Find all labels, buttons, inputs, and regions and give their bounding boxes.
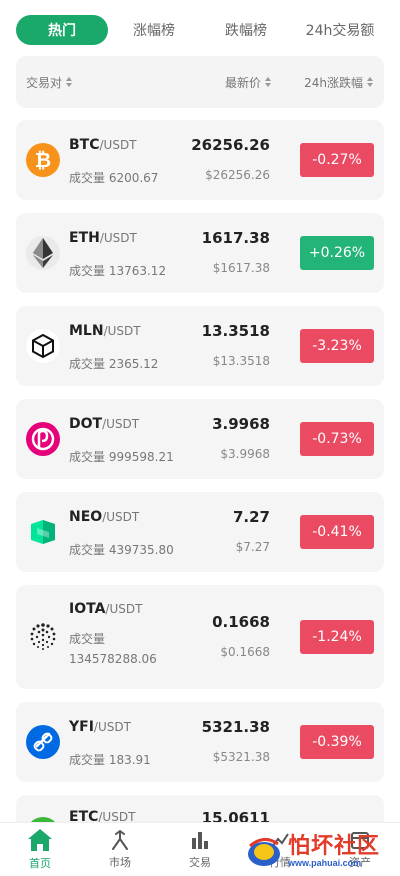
- market-tabs: 热门 涨幅榜 跌幅榜 24h交易额: [16, 14, 388, 46]
- sort-icon: [366, 76, 374, 88]
- tab-hot[interactable]: 热门: [16, 15, 108, 45]
- pair-name: DOT/USDT: [69, 416, 140, 432]
- change-badge: -3.23%: [300, 329, 374, 363]
- pair-name: YFI/USDT: [69, 719, 131, 735]
- pair-name: IOTA/USDT: [69, 601, 143, 617]
- dot-icon: [26, 422, 60, 456]
- nav-label: 市场: [109, 856, 131, 869]
- price-usd: $1617.38: [212, 261, 270, 275]
- nav-market[interactable]: 市场: [80, 823, 160, 876]
- price-usd: $7.27: [235, 540, 270, 554]
- price-usd: $0.1668: [220, 645, 270, 659]
- tab-gainers[interactable]: 涨幅榜: [108, 15, 200, 45]
- sort-by-price[interactable]: 最新价: [225, 74, 272, 91]
- watermark-url: www.pahuai.com: [288, 858, 362, 868]
- market-row-iota[interactable]: IOTA/USDT 成交量 134578288.06 0.1668 $0.166…: [16, 585, 384, 689]
- watermark-logo-icon: [248, 838, 280, 866]
- watermark: 怕坏社区 www.pahuai.com: [244, 830, 394, 874]
- volume: 成交量 6200.67: [69, 171, 159, 185]
- change-badge: -0.41%: [300, 515, 374, 549]
- volume: 成交量 2365.12: [69, 357, 159, 371]
- iota-icon: [26, 620, 60, 654]
- yfi-icon: [26, 725, 60, 759]
- last-price: 26256.26: [191, 136, 270, 154]
- btc-icon: ₿: [26, 143, 60, 177]
- change-badge: -0.27%: [300, 143, 374, 177]
- watermark-text: 怕坏社区: [288, 834, 381, 859]
- volume: 成交量 999598.21: [69, 450, 174, 464]
- last-price: 13.3518: [201, 322, 270, 340]
- svg-text:₿: ₿: [35, 148, 51, 172]
- header-change-label: 24h涨跌幅: [304, 75, 363, 90]
- trade-icon: [192, 832, 208, 849]
- pair-name: ETH/USDT: [69, 230, 137, 246]
- market-row-eth[interactable]: ETH/USDT 成交量 13763.12 1617.38 $1617.38 +…: [16, 213, 384, 293]
- last-price: 0.1668: [212, 613, 270, 631]
- eth-icon: [26, 236, 60, 270]
- tab-24h-volume[interactable]: 24h交易额: [292, 15, 388, 45]
- price-usd: $3.9968: [220, 447, 270, 461]
- neo-icon: [26, 515, 60, 549]
- change-badge: -1.24%: [300, 620, 374, 654]
- price-usd: $26256.26: [205, 168, 270, 182]
- market-row-mln[interactable]: MLN/USDT 成交量 2365.12 13.3518 $13.3518 -3…: [16, 306, 384, 386]
- nav-label: 交易: [189, 856, 211, 869]
- change-badge: -0.39%: [300, 725, 374, 759]
- home-icon: [28, 829, 52, 851]
- list-header: 交易对 最新价 24h涨跌幅: [16, 56, 384, 108]
- pair-name: BTC/USDT: [69, 137, 137, 153]
- pair-name: MLN/USDT: [69, 323, 141, 339]
- header-price-label: 最新价: [224, 75, 261, 90]
- market-row-neo[interactable]: NEO/USDT 成交量 439735.80 7.27 $7.27 -0.41%: [16, 492, 384, 572]
- sort-icon: [65, 76, 73, 88]
- market-row-btc[interactable]: ₿ BTC/USDT 成交量 6200.67 26256.26 $26256.2…: [16, 120, 384, 200]
- volume: 成交量 13763.12: [69, 264, 167, 278]
- market-list: ₿ BTC/USDT 成交量 6200.67 26256.26 $26256.2…: [16, 120, 384, 876]
- tab-losers[interactable]: 跌幅榜: [200, 15, 292, 45]
- header-pair-label: 交易对: [26, 75, 63, 90]
- market-row-yfi[interactable]: YFI/USDT 成交量 183.91 5321.38 $5321.38 -0.…: [16, 702, 384, 782]
- change-badge: +0.26%: [300, 236, 374, 270]
- market-icon: [112, 830, 128, 850]
- nav-trade[interactable]: 交易: [160, 823, 240, 876]
- volume: 成交量 134578288.06: [69, 632, 157, 666]
- price-usd: $13.3518: [212, 354, 270, 368]
- last-price: 3.9968: [212, 415, 270, 433]
- volume: 成交量 439735.80: [69, 543, 174, 557]
- sort-by-pair[interactable]: 交易对: [26, 74, 73, 91]
- last-price: 1617.38: [201, 229, 270, 247]
- market-row-dot[interactable]: DOT/USDT 成交量 999598.21 3.9968 $3.9968 -0…: [16, 399, 384, 479]
- price-usd: $5321.38: [212, 750, 270, 764]
- pair-name: NEO/USDT: [69, 509, 140, 525]
- sort-icon: [264, 76, 272, 88]
- nav-home[interactable]: 首页: [0, 823, 80, 876]
- mln-icon: [26, 329, 60, 363]
- volume: 成交量 183.91: [69, 753, 151, 767]
- last-price: 7.27: [232, 508, 270, 526]
- change-badge: -0.73%: [300, 422, 374, 456]
- last-price: 5321.38: [201, 718, 270, 736]
- nav-label: 首页: [29, 857, 51, 870]
- sort-by-change[interactable]: 24h涨跌幅: [304, 74, 374, 91]
